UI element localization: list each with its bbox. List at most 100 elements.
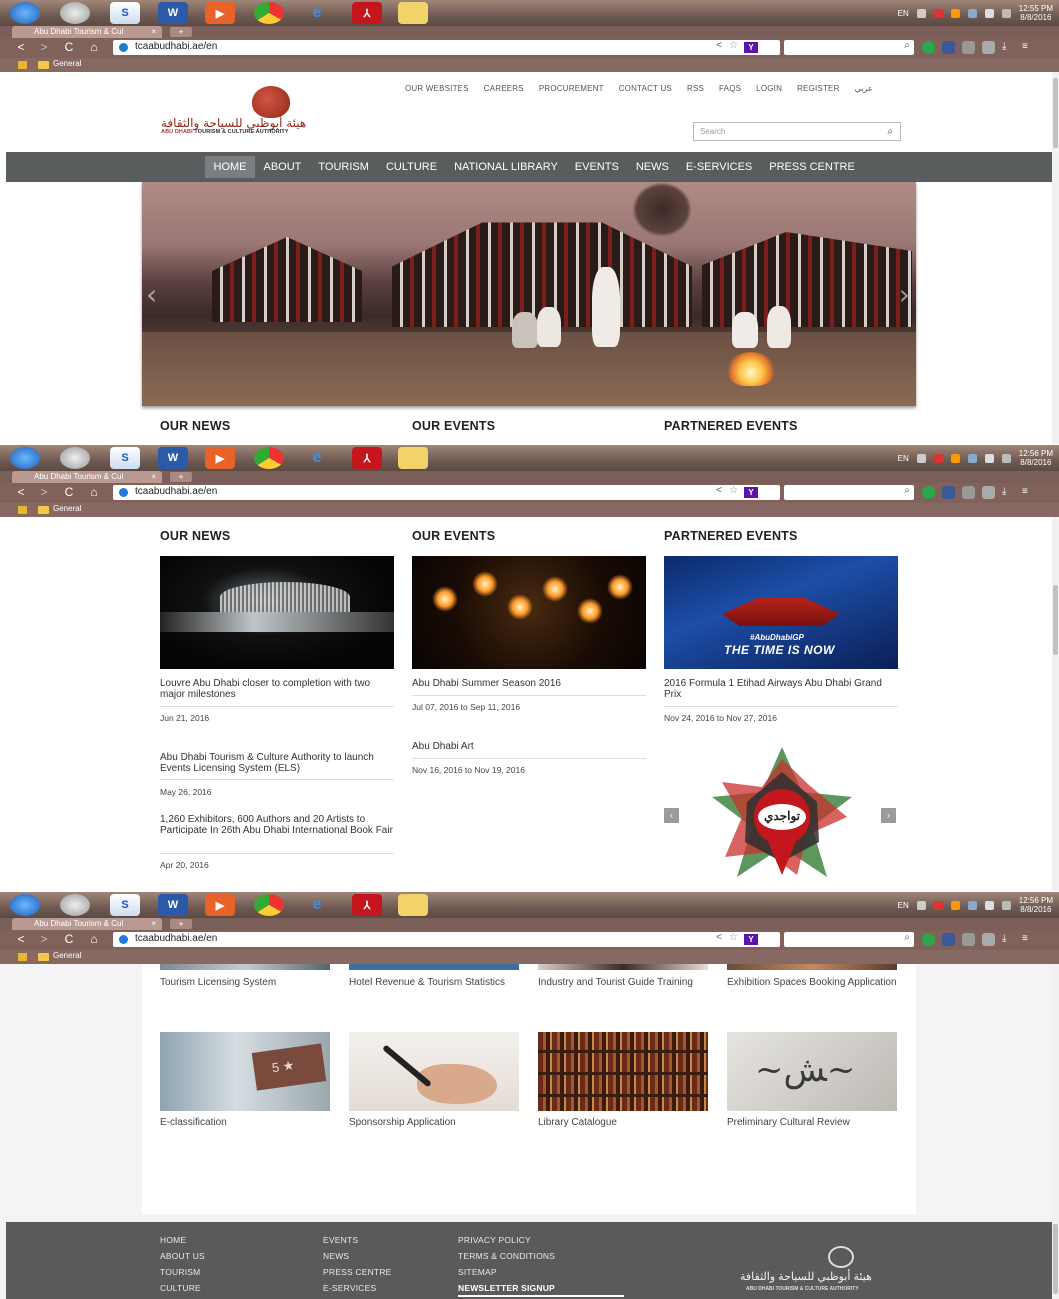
word-icon[interactable]: W xyxy=(158,447,188,469)
internet-explorer-icon[interactable]: e xyxy=(302,894,332,916)
footer-link-terms[interactable]: TERMS & CONDITIONS xyxy=(458,1250,555,1262)
page-scrollbar[interactable] xyxy=(1052,964,1059,1299)
word-icon[interactable]: W xyxy=(158,2,188,24)
folder-icon[interactable] xyxy=(398,2,428,24)
nav-culture[interactable]: CULTURE xyxy=(377,156,445,178)
nav-tourism[interactable]: TOURISM xyxy=(310,156,378,178)
windows-start-icon[interactable] xyxy=(10,2,40,24)
service-image[interactable] xyxy=(160,964,330,970)
chrome-icon[interactable] xyxy=(254,2,284,24)
internet-explorer-icon[interactable]: e xyxy=(302,2,332,24)
chrome-icon[interactable] xyxy=(254,894,284,916)
nav-e-services[interactable]: E-SERVICES xyxy=(677,156,760,178)
footer-link-home[interactable]: HOME xyxy=(160,1234,205,1246)
nav-press-centre[interactable]: PRESS CENTRE xyxy=(761,156,864,178)
browser-search-box[interactable]: ⌕ xyxy=(784,485,914,500)
language-indicator[interactable]: EN xyxy=(898,9,909,18)
signal-icon[interactable] xyxy=(984,900,994,910)
network-icon[interactable] xyxy=(1001,8,1011,18)
footer-logo[interactable]: هيئة أبوظبي للسياحة والثقافة ABU DHABI T… xyxy=(740,1246,900,1296)
update-icon[interactable] xyxy=(950,8,960,18)
signal-icon[interactable] xyxy=(984,8,994,18)
news-item-title[interactable]: Abu Dhabi Tourism & Culture Authority to… xyxy=(160,752,395,774)
service-image-library[interactable] xyxy=(538,1032,708,1111)
top-link-arabic[interactable]: عربي xyxy=(855,84,873,93)
hero-next-arrow-icon[interactable]: › xyxy=(899,278,910,311)
menu-icon[interactable]: ≡ xyxy=(1022,486,1035,499)
back-button[interactable]: < xyxy=(13,932,29,946)
hero-slider[interactable]: ‹ › xyxy=(142,182,916,406)
scroll-thumb[interactable] xyxy=(1053,1224,1058,1294)
facebook-icon[interactable] xyxy=(942,486,955,499)
clock[interactable]: 12:55 PM 8/8/2016 xyxy=(1019,4,1053,22)
volume-icon[interactable] xyxy=(916,8,926,18)
bookmark-folder[interactable]: General xyxy=(53,59,81,68)
video-icon[interactable]: ▶ xyxy=(205,894,235,916)
forward-button[interactable]: > xyxy=(36,932,52,946)
signal-icon[interactable] xyxy=(984,453,994,463)
service-image[interactable] xyxy=(727,964,897,970)
browser-search-box[interactable]: ⌕ xyxy=(784,932,914,947)
apps-icon[interactable] xyxy=(18,953,27,961)
download-icon[interactable]: ⤓ xyxy=(1002,486,1015,499)
footer-link-privacy[interactable]: PRIVACY POLICY xyxy=(458,1234,555,1246)
new-tab-button[interactable]: + xyxy=(170,27,192,37)
share-icon[interactable]: < xyxy=(716,40,722,51)
browser-search-box[interactable]: ⌕ xyxy=(784,40,914,55)
apps-icon[interactable] xyxy=(18,506,27,514)
share-icon[interactable]: < xyxy=(716,932,722,943)
bookmark-folder[interactable]: General xyxy=(53,951,81,960)
service-image[interactable] xyxy=(349,964,519,970)
menu-icon[interactable]: ≡ xyxy=(1022,933,1035,946)
video-icon[interactable]: ▶ xyxy=(205,447,235,469)
chrome-icon[interactable] xyxy=(254,447,284,469)
forward-button[interactable]: > xyxy=(36,485,52,499)
partnered-event-title[interactable]: 2016 Formula 1 Etihad Airways Abu Dhabi … xyxy=(664,678,899,700)
bookmark-star-icon[interactable]: ☆ xyxy=(729,485,738,496)
newsletter-input-underline[interactable] xyxy=(458,1295,624,1297)
event-item-title[interactable]: Abu Dhabi Summer Season 2016 xyxy=(412,678,647,689)
footer-link-newsletter[interactable]: NEWSLETTER SIGNUP xyxy=(458,1282,555,1294)
video-icon[interactable]: ▶ xyxy=(205,2,235,24)
reload-button[interactable]: C xyxy=(61,485,77,499)
page-scrollbar[interactable] xyxy=(1052,72,1059,444)
acrobat-icon[interactable]: ⅄ xyxy=(352,447,382,469)
page-scrollbar[interactable] xyxy=(1052,517,1059,891)
address-bar[interactable]: tcaabudhabi.ae/en < ☆ Y xyxy=(113,932,780,947)
site-info-icon[interactable] xyxy=(119,935,128,944)
news-item-title[interactable]: Louvre Abu Dhabi closer to completion wi… xyxy=(160,678,395,700)
windows-start-icon[interactable] xyxy=(10,447,40,469)
snagit-icon[interactable]: S xyxy=(110,2,140,24)
footer-link-culture[interactable]: CULTURE xyxy=(160,1282,205,1294)
browser-tab[interactable]: Abu Dhabi Tourism & Cul × xyxy=(12,26,162,38)
browser-tab[interactable]: Abu Dhabi Tourism & Cul × xyxy=(12,918,162,930)
carousel-prev-button[interactable]: ‹ xyxy=(664,808,679,823)
news-item-title[interactable]: 1,260 Exhibitors, 600 Authors and 20 Art… xyxy=(160,814,395,836)
service-image-sponsorship[interactable] xyxy=(349,1032,519,1111)
top-link-contact-us[interactable]: CONTACT US xyxy=(619,84,672,93)
home-button[interactable]: ⌂ xyxy=(86,485,102,499)
media-icon[interactable] xyxy=(60,447,90,469)
new-tab-button[interactable]: + xyxy=(170,472,192,482)
top-link-procurement[interactable]: PROCUREMENT xyxy=(539,84,604,93)
reload-button[interactable]: C xyxy=(61,932,77,946)
yahoo-icon[interactable]: Y xyxy=(744,487,758,498)
update-icon[interactable] xyxy=(950,900,960,910)
home-button[interactable]: ⌂ xyxy=(86,932,102,946)
language-indicator[interactable]: EN xyxy=(898,901,909,910)
top-link-careers[interactable]: CAREERS xyxy=(484,84,524,93)
language-indicator[interactable]: EN xyxy=(898,454,909,463)
search-icon[interactable]: ⌕ xyxy=(887,126,893,137)
nav-events[interactable]: EVENTS xyxy=(566,156,627,178)
site-info-icon[interactable] xyxy=(119,43,128,52)
forward-button[interactable]: > xyxy=(36,40,52,54)
download-icon[interactable]: ⤓ xyxy=(1002,933,1015,946)
cut-icon[interactable] xyxy=(982,486,995,499)
security-icon[interactable] xyxy=(933,8,943,18)
bookmark-folder[interactable]: General xyxy=(53,504,81,513)
footer-link-press-centre[interactable]: PRESS CENTRE xyxy=(323,1266,392,1278)
cut-icon[interactable] xyxy=(982,41,995,54)
extension-icon[interactable] xyxy=(962,486,975,499)
acrobat-icon[interactable]: ⅄ xyxy=(352,894,382,916)
service-link-e-classification[interactable]: E-classification xyxy=(160,1118,330,1128)
